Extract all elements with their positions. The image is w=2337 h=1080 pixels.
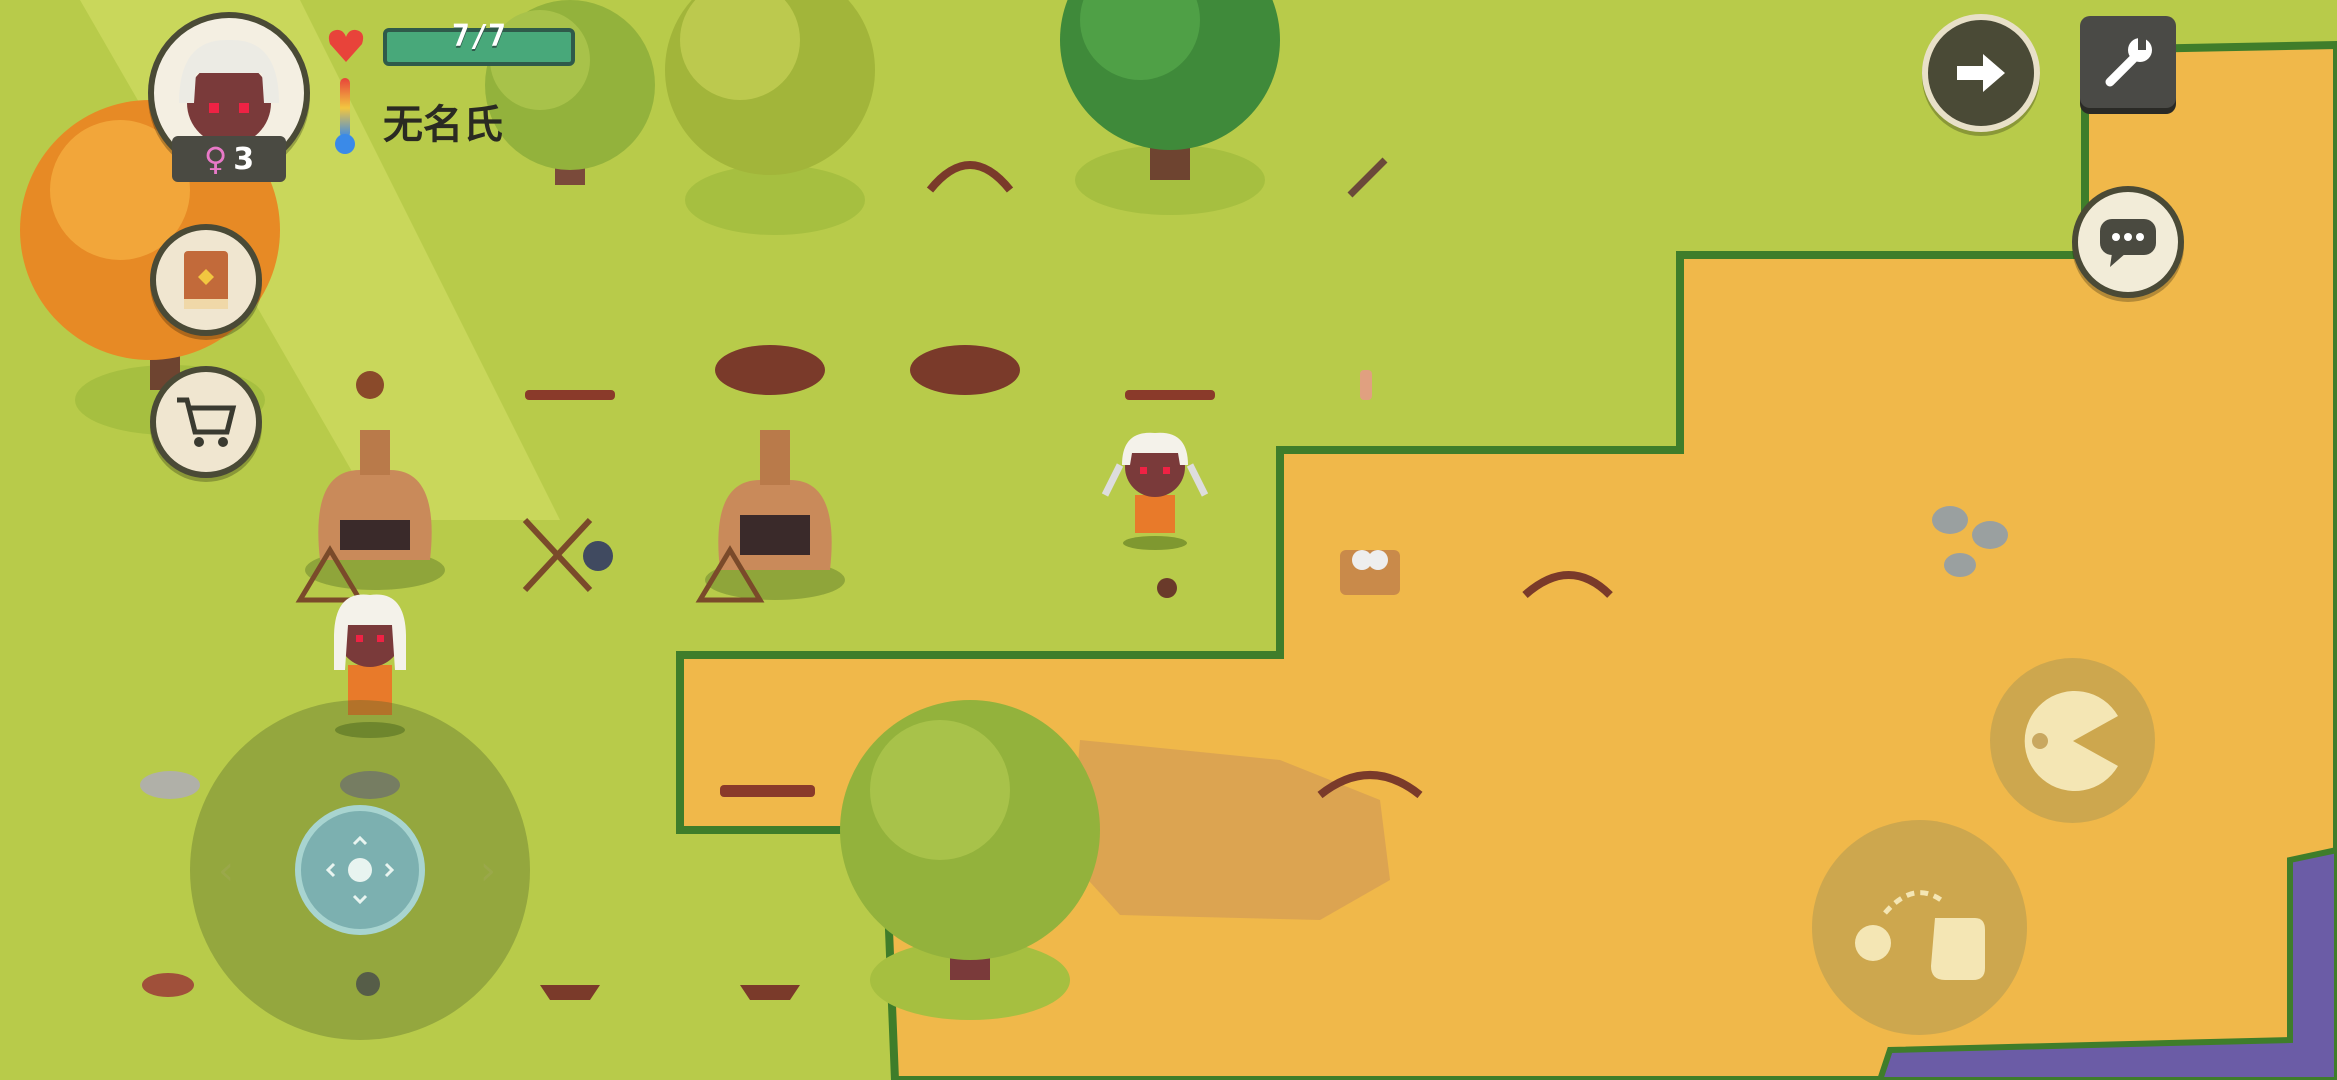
health-text: 7/7 xyxy=(451,18,507,54)
stick xyxy=(720,785,815,797)
bone xyxy=(1360,370,1372,400)
charcoal-bowl xyxy=(540,985,600,1000)
female-icon: ♀ xyxy=(203,140,228,178)
firewood-pile xyxy=(910,345,1020,395)
firewood-pile xyxy=(715,345,825,395)
stick xyxy=(1125,390,1215,400)
charcoal-bowl xyxy=(740,985,800,1000)
chat-button[interactable] xyxy=(2072,186,2184,298)
hand-use-icon xyxy=(1854,889,1985,980)
tongs xyxy=(583,541,613,571)
tree xyxy=(665,0,875,235)
chat-bubble-icon xyxy=(2100,219,2156,267)
next-button[interactable] xyxy=(1922,14,2040,132)
rock xyxy=(1944,553,1976,577)
rock xyxy=(1932,506,1968,534)
chevron-right-icon: › xyxy=(480,848,496,894)
eat-button[interactable] xyxy=(1990,658,2155,823)
book-icon xyxy=(184,251,228,309)
stick xyxy=(525,390,615,400)
tree xyxy=(1060,0,1280,215)
dpad-icon xyxy=(325,835,395,905)
player-name: 无名氏 xyxy=(383,103,503,147)
health-bar: 7/7 xyxy=(383,19,575,66)
chevron-left-icon: ‹ xyxy=(218,848,234,894)
clay xyxy=(142,973,194,997)
generation-badge: ♀ 3 xyxy=(172,136,286,182)
tree xyxy=(840,700,1100,1020)
heart-icon xyxy=(326,26,366,66)
shopping-cart-icon xyxy=(177,397,237,447)
arrow-right-icon xyxy=(1957,54,2005,92)
generation-count: 3 xyxy=(233,141,255,177)
wrench-icon xyxy=(2105,36,2152,87)
seed xyxy=(356,371,384,399)
recipe-book-button[interactable] xyxy=(150,224,262,336)
eat-icon xyxy=(2024,690,2118,791)
settings-button[interactable] xyxy=(2080,16,2176,108)
thermometer-icon xyxy=(334,76,356,156)
virtual-joystick[interactable]: ‹ › xyxy=(190,700,530,1040)
use-button[interactable] xyxy=(1812,820,2027,1035)
rock xyxy=(1972,521,2008,549)
rock xyxy=(140,771,200,799)
npc-character[interactable] xyxy=(1100,425,1210,550)
shop-button[interactable] xyxy=(150,366,262,478)
joystick-thumb[interactable] xyxy=(295,805,425,935)
seed xyxy=(1157,578,1177,598)
